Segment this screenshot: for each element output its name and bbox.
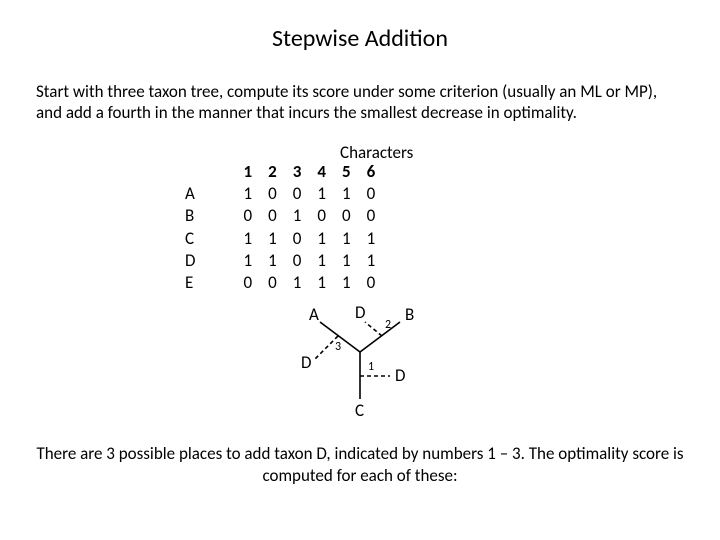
row-label: D: [185, 250, 243, 272]
cell: 1: [268, 250, 293, 272]
cell: 0: [293, 228, 318, 250]
cell: 1: [293, 205, 318, 227]
cell: 1: [317, 250, 342, 272]
cell: 0: [317, 205, 342, 227]
cell: 1: [268, 228, 293, 250]
position-2: 2: [385, 318, 391, 332]
row-label: B: [185, 205, 243, 227]
cell: 1: [317, 228, 342, 250]
col-header: 2: [268, 161, 293, 183]
cell: 0: [268, 183, 293, 205]
table-row: D 1 1 0 1 1 1: [185, 250, 391, 272]
col-header: 6: [367, 161, 392, 183]
slide: Stepwise Addition Start with three taxon…: [0, 0, 720, 540]
page-title: Stepwise Addition: [30, 24, 690, 53]
cell: 1: [342, 272, 367, 294]
cell: 1: [367, 228, 392, 250]
cell: 1: [342, 183, 367, 205]
cell: 0: [243, 272, 268, 294]
cell: 1: [293, 272, 318, 294]
cell: 0: [268, 272, 293, 294]
cell: 1: [367, 250, 392, 272]
tip-label-c: C: [355, 400, 364, 421]
cell: 1: [243, 183, 268, 205]
intro-paragraph: Start with three taxon tree, compute its…: [36, 81, 684, 124]
cell: 0: [293, 250, 318, 272]
insert-label-d: D: [395, 365, 405, 386]
cell: 1: [317, 183, 342, 205]
table-row: C 1 1 0 1 1 1: [185, 228, 391, 250]
cell: 0: [367, 272, 392, 294]
table-row: B 0 0 1 0 0 0: [185, 205, 391, 227]
col-header: 1: [243, 161, 268, 183]
cell: 0: [293, 183, 318, 205]
matrix-super-header: Characters: [340, 142, 690, 163]
col-header: 3: [293, 161, 318, 183]
matrix-table: 1 2 3 4 5 6 A 1 0 0 1 1 0 B: [185, 161, 391, 295]
row-label: C: [185, 228, 243, 250]
cell: 0: [342, 205, 367, 227]
table-row: A 1 0 0 1 1 0: [185, 183, 391, 205]
cell: 1: [243, 228, 268, 250]
outro-paragraph: There are 3 possible places to add taxon…: [36, 443, 684, 486]
matrix-col-headers: 1 2 3 4 5 6: [185, 161, 391, 183]
table-row: E 0 0 1 1 1 0: [185, 272, 391, 294]
cell: 1: [342, 228, 367, 250]
insert-label-d: D: [301, 352, 311, 373]
position-1: 1: [368, 360, 374, 374]
row-label: E: [185, 272, 243, 294]
row-label: A: [185, 183, 243, 205]
col-header: 4: [317, 161, 342, 183]
cell: 0: [243, 205, 268, 227]
position-3: 3: [335, 340, 341, 354]
cell: 0: [367, 205, 392, 227]
cell: 1: [243, 250, 268, 272]
cell: 0: [268, 205, 293, 227]
tip-label-b: B: [405, 304, 414, 325]
cell: 1: [317, 272, 342, 294]
insert-label-d: D: [355, 304, 365, 323]
tip-label-a: A: [309, 304, 319, 325]
cell: 1: [342, 250, 367, 272]
character-matrix: Characters 1 2 3 4 5 6 A 1 0 0 1: [185, 142, 690, 295]
col-header: 5: [342, 161, 367, 183]
cell: 0: [367, 183, 392, 205]
tree-diagram: A B C D D D 1 2 3: [30, 304, 690, 429]
tree-svg: A B C D D D 1 2 3: [265, 304, 455, 424]
